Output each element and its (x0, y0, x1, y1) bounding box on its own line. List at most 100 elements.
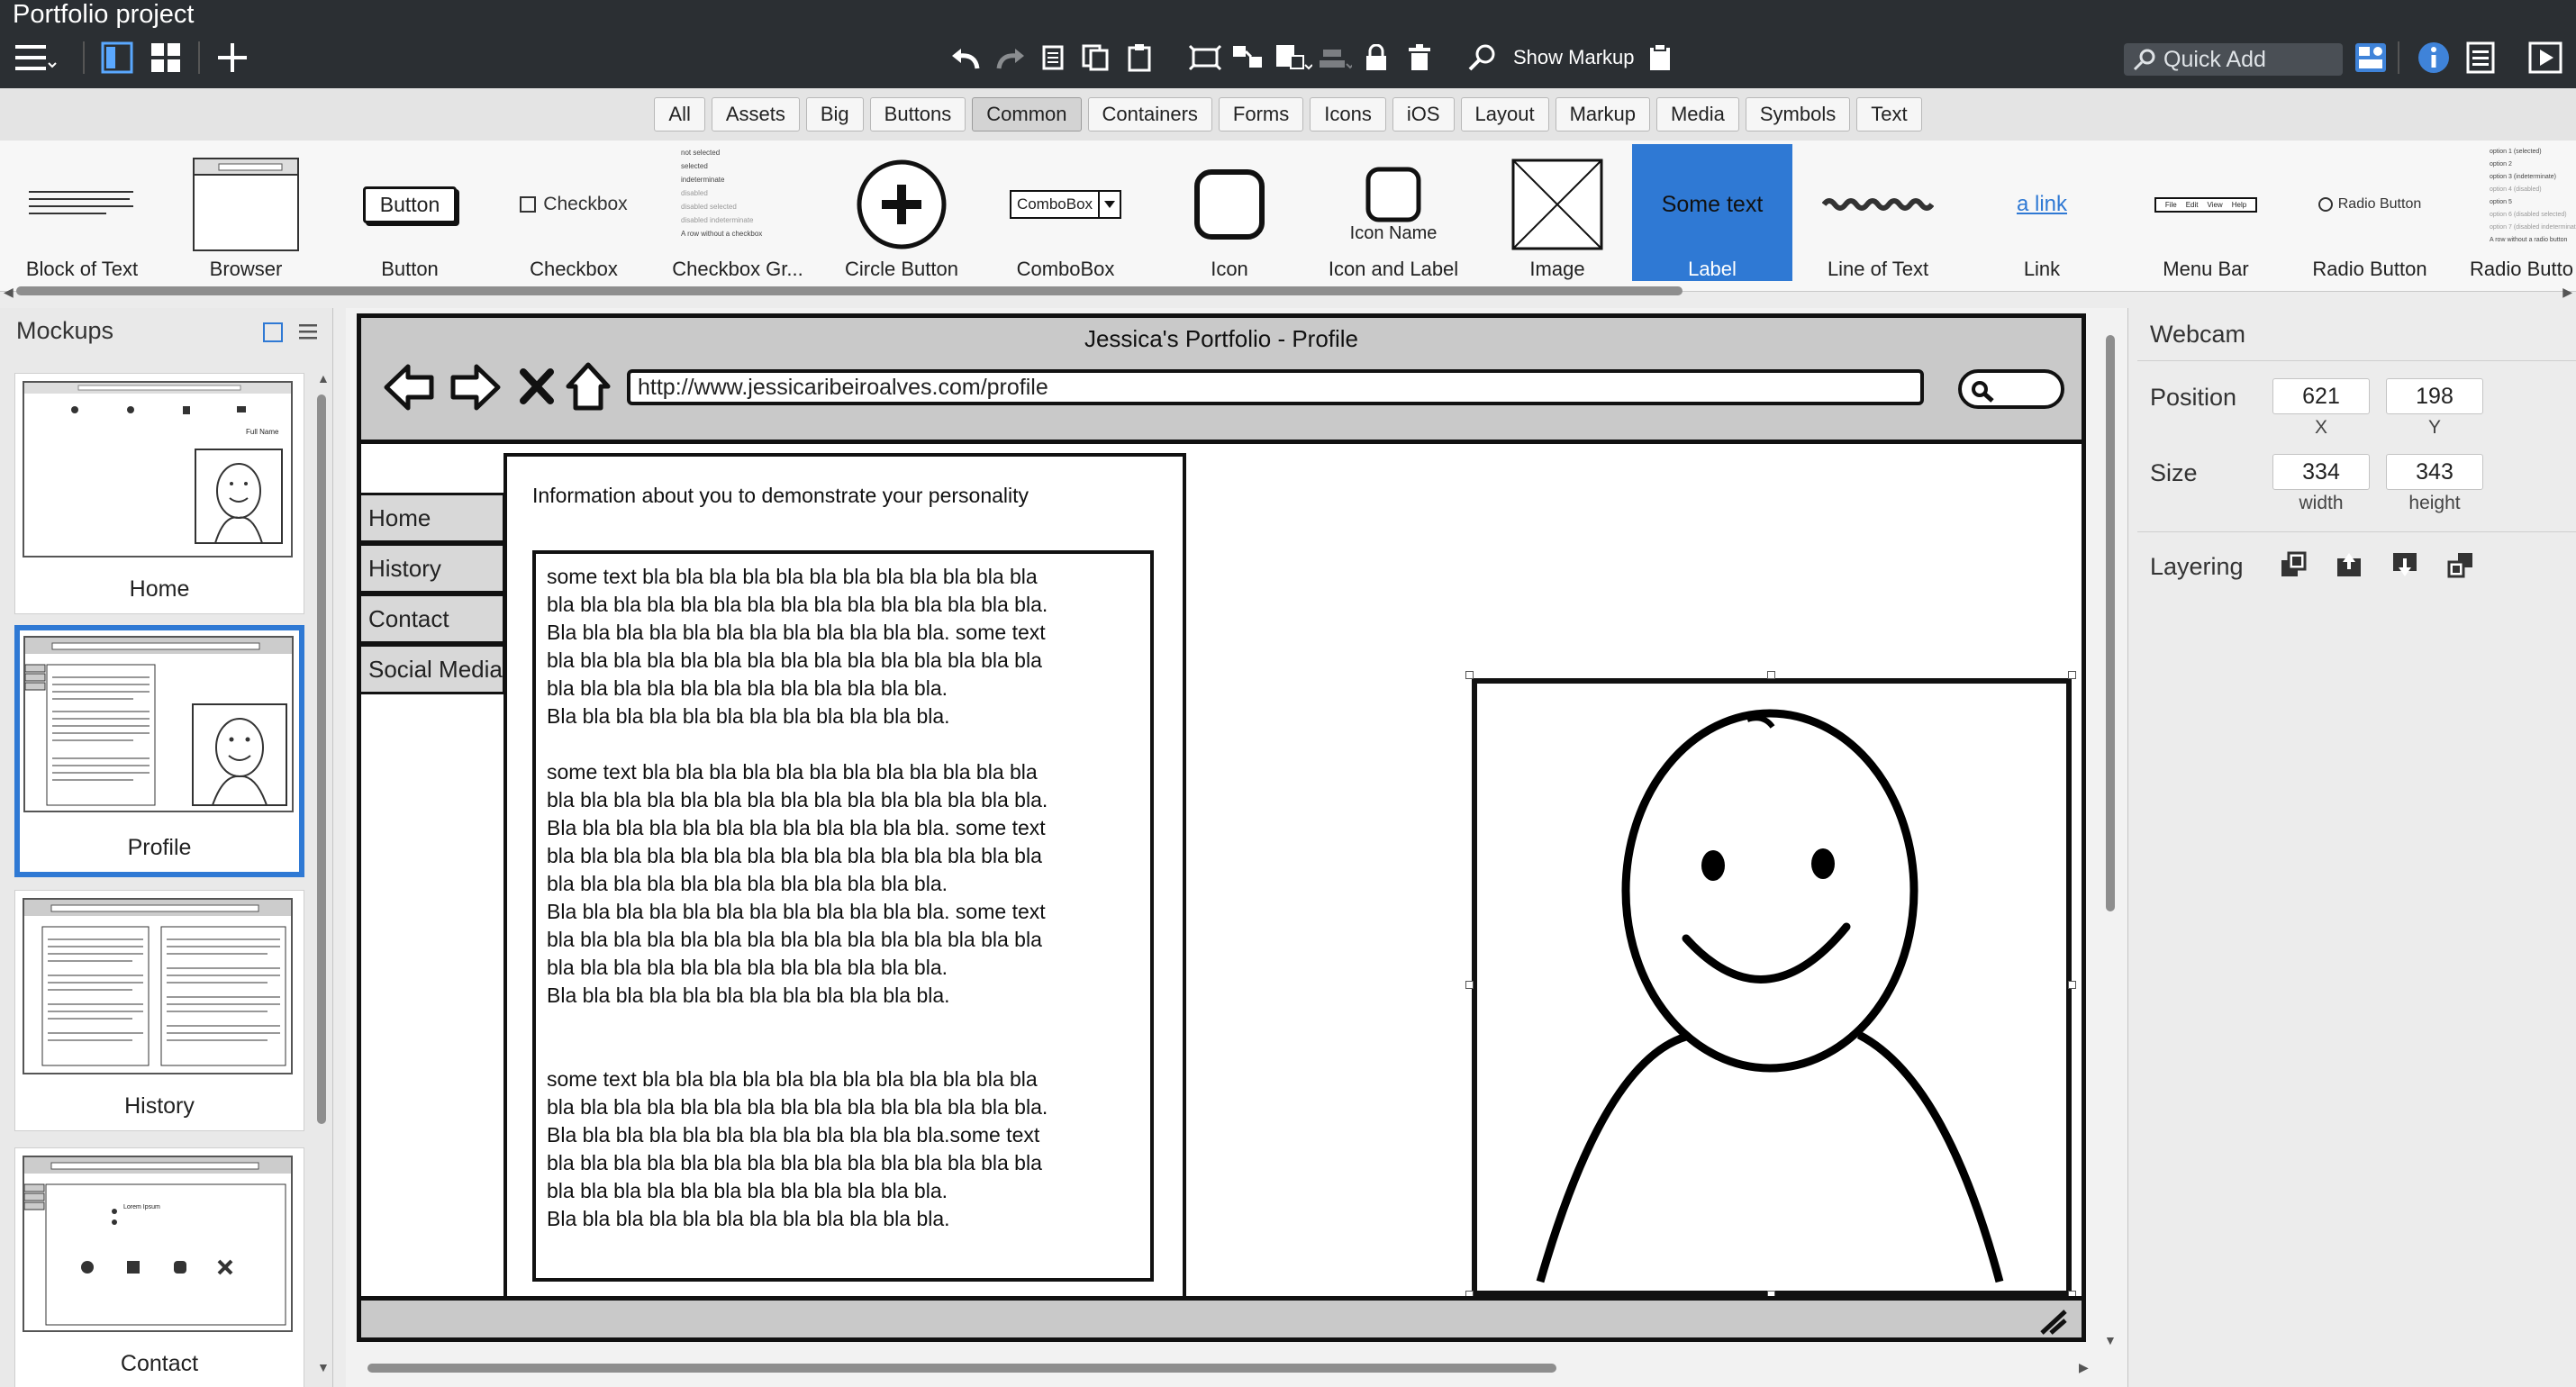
component-block-of-text[interactable]: Block of Text (0, 144, 164, 281)
home-icon[interactable] (565, 361, 612, 416)
align-icon[interactable] (1317, 40, 1353, 76)
tab-big[interactable]: Big (805, 97, 864, 131)
browser-url-field[interactable]: http://www.jessicaribeiroalves.com/profi… (627, 369, 1924, 405)
markup-search-icon[interactable] (1466, 40, 1499, 76)
component-combobox[interactable]: ComboBox ComboBox (984, 144, 1147, 281)
tab-layout[interactable]: Layout (1460, 97, 1549, 131)
add-mockup-icon[interactable] (214, 40, 250, 76)
tab-icons[interactable]: Icons (1310, 97, 1386, 131)
tab-assets[interactable]: Assets (711, 97, 800, 131)
bring-to-front-icon[interactable] (2278, 549, 2308, 580)
properties-panel-icon[interactable] (2464, 40, 2497, 76)
content-panel[interactable]: Information about you to demonstrate you… (503, 453, 1186, 1307)
single-view-icon[interactable] (99, 40, 135, 76)
tab-text[interactable]: Text (1856, 97, 1922, 131)
height-field[interactable]: 343 (2386, 454, 2483, 490)
component-link[interactable]: a link Link (1960, 144, 2124, 281)
scrollbar-thumb[interactable] (317, 394, 326, 1124)
scrollbar-thumb[interactable] (2106, 335, 2115, 911)
thumbnail-view-icon[interactable] (263, 322, 283, 342)
mockup-canvas[interactable]: Jessica's Portfolio - Profile http://www… (346, 308, 2147, 1387)
tab-symbols[interactable]: Symbols (1745, 97, 1851, 131)
scroll-up-arrow-icon[interactable]: ▲ (317, 371, 330, 385)
nav-item-contact[interactable]: Contact (361, 594, 505, 644)
tab-common[interactable]: Common (972, 97, 1082, 131)
resize-handle[interactable] (2068, 981, 2076, 989)
mockup-thumbnail-profile[interactable]: Profile (14, 625, 304, 877)
position-x-field[interactable]: 621 (2272, 378, 2370, 414)
webcam-image[interactable] (1472, 678, 2072, 1296)
asset-library-icon[interactable] (2353, 40, 2389, 76)
tab-containers[interactable]: Containers (1087, 97, 1212, 131)
scroll-right-arrow-icon[interactable]: ▶ (2562, 285, 2572, 300)
scroll-down-arrow-icon[interactable]: ▼ (2104, 1333, 2117, 1347)
browser-search-field[interactable] (1958, 369, 2064, 409)
component-checkbox-group[interactable]: not selected selected indeterminate disa… (656, 144, 820, 281)
cut-icon[interactable] (1039, 40, 1070, 76)
component-icon[interactable]: Icon (1147, 144, 1311, 281)
tab-ios[interactable]: iOS (1392, 97, 1455, 131)
tab-forms[interactable]: Forms (1218, 97, 1304, 131)
canvas-vertical-scrollbar[interactable] (2104, 317, 2117, 1326)
bring-forward-icon[interactable] (2334, 549, 2364, 580)
scroll-left-arrow-icon[interactable]: ◀ (4, 285, 14, 300)
text-area[interactable]: some text bla bla bla bla bla bla bla bl… (532, 550, 1154, 1282)
resize-grip-icon[interactable] (2038, 1308, 2069, 1335)
tab-media[interactable]: Media (1655, 97, 1739, 131)
component-browser[interactable]: Browser (164, 144, 328, 281)
scrollbar-thumb[interactable] (367, 1364, 1556, 1373)
component-strip-scrollbar[interactable] (9, 286, 2567, 295)
scrollbar-thumb[interactable] (16, 286, 1683, 295)
lock-icon[interactable] (1360, 40, 1392, 76)
back-arrow-icon[interactable] (383, 363, 435, 416)
nav-item-history[interactable]: History (361, 543, 505, 594)
delete-icon[interactable] (1403, 40, 1436, 76)
scroll-down-arrow-icon[interactable]: ▼ (317, 1360, 330, 1374)
component-circle-button[interactable]: Circle Button (820, 144, 984, 281)
presentation-icon[interactable] (2527, 40, 2563, 76)
mockups-scrollbar[interactable] (315, 394, 328, 1349)
resize-handle[interactable] (2068, 671, 2076, 679)
fit-icon[interactable] (1187, 40, 1223, 76)
grid-view-icon[interactable] (148, 40, 184, 76)
list-view-icon[interactable] (297, 321, 319, 347)
resize-handle[interactable] (1465, 671, 1474, 679)
undo-icon[interactable] (949, 40, 982, 76)
mockup-thumbnail-contact[interactable]: Lorem Ipsum Contact (14, 1147, 304, 1387)
canvas-horizontal-scrollbar[interactable] (358, 1362, 2088, 1374)
nav-item-social-media[interactable]: Social Media (361, 644, 505, 694)
arrange-icon[interactable] (1274, 40, 1313, 76)
show-markup-button[interactable]: Show Markup (1513, 40, 1635, 76)
note-icon[interactable] (1645, 40, 1675, 76)
send-to-back-icon[interactable] (2445, 549, 2476, 580)
stop-x-icon[interactable] (520, 368, 554, 409)
group-icon[interactable] (1230, 40, 1266, 76)
scroll-right-arrow-icon[interactable]: ▶ (2079, 1360, 2089, 1375)
component-radio-button-group[interactable]: option 1 (selected) option 2 option 3 (i… (2452, 144, 2576, 281)
component-radio-button[interactable]: Radio Button Radio Button (2288, 144, 2452, 281)
resize-handle[interactable] (1767, 671, 1775, 679)
tab-all[interactable]: All (654, 97, 705, 131)
width-field[interactable]: 334 (2272, 454, 2370, 490)
tab-buttons[interactable]: Buttons (869, 97, 966, 131)
component-icon-and-label[interactable]: Icon Name Icon and Label (1311, 144, 1475, 281)
tab-markup[interactable]: Markup (1555, 97, 1650, 131)
copy-icon[interactable] (1081, 40, 1111, 76)
component-line-of-text[interactable]: Line of Text (1796, 144, 1960, 281)
browser-window-mockup[interactable]: Jessica's Portfolio - Profile http://www… (357, 313, 2086, 1342)
component-label-item[interactable]: Some text Label (1632, 144, 1792, 281)
resize-handle[interactable] (1465, 981, 1474, 989)
component-menu-bar[interactable]: File Edit View Help Menu Bar (2124, 144, 2288, 281)
redo-icon[interactable] (994, 40, 1027, 76)
quick-add-field[interactable]: Quick Add (2124, 43, 2343, 76)
paste-icon[interactable] (1124, 40, 1155, 76)
component-image[interactable]: Image (1475, 144, 1639, 281)
mockup-thumbnail-history[interactable]: History (14, 890, 304, 1131)
component-checkbox[interactable]: Checkbox Checkbox (492, 144, 656, 281)
send-backward-icon[interactable] (2390, 549, 2420, 580)
menu-icon[interactable] (14, 40, 58, 76)
component-button[interactable]: Button Button (328, 144, 492, 281)
nav-item-home[interactable]: Home (361, 493, 505, 543)
position-y-field[interactable]: 198 (2386, 378, 2483, 414)
mockup-thumbnail-home[interactable]: Full Name Home (14, 373, 304, 614)
